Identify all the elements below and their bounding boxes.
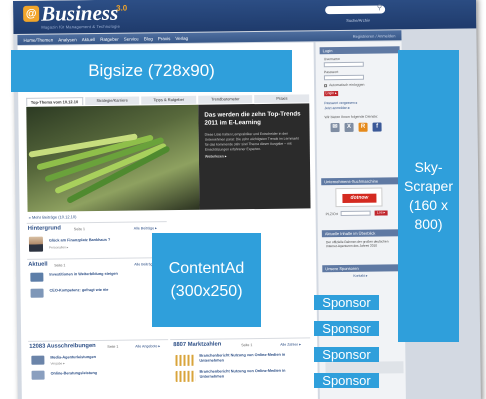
partner-banner[interactable]: dotnow: [335, 187, 383, 208]
section-meta: Seite 1: [107, 344, 119, 349]
forgot-password-link[interactable]: Passwort vergessen ▸: [324, 101, 357, 105]
tab-praxis[interactable]: Praxis: [254, 94, 310, 104]
remember-checkbox[interactable]: [324, 84, 328, 88]
marktzahlen-all-link[interactable]: Alle Zahlen ▸: [280, 343, 301, 347]
section-meta: Seite 1: [241, 343, 253, 348]
remember-label: Automatisch einloggen: [329, 82, 365, 88]
nav-item-aktuell[interactable]: Aktuell: [82, 36, 96, 41]
ausschreibung-item-sub[interactable]: Vergabe ▸: [50, 361, 64, 365]
chart-thumbnail[interactable]: [175, 370, 196, 383]
feature-body: Diese Liste halten Lernpraktiker und Ent…: [204, 131, 299, 152]
xing-icon[interactable]: X: [344, 122, 354, 132]
register-login-link[interactable]: Registrieren / Anmelden: [353, 33, 396, 39]
logo-badge-icon: @: [23, 5, 40, 22]
sponsors-panel-header: Unsere Sponsoren: [322, 264, 403, 273]
search-icon[interactable]: ⚲: [377, 3, 382, 11]
nav-item-ratgeber[interactable]: Ratgeber: [100, 36, 119, 41]
nav-item-verlag[interactable]: Verlag: [175, 35, 188, 40]
username-label: Username: [323, 57, 340, 62]
portrait-thumbnail[interactable]: [28, 236, 44, 252]
marktzahlen-item-title[interactable]: Branchenbericht Nutzung von Online-Medie…: [200, 368, 308, 379]
facebook-icon[interactable]: f: [372, 122, 382, 132]
sponsor-ad-placeholder[interactable]: Sponsor: [314, 373, 379, 388]
search-input[interactable]: ⚲: [325, 3, 386, 15]
hintergrund-item-sub[interactable]: Personalien ▸: [49, 245, 68, 249]
password-label: Passwort: [323, 70, 339, 75]
sponsor-ad-placeholder[interactable]: Sponsor: [314, 347, 379, 362]
content-ad-placeholder[interactable]: ContentAd (300x250): [152, 233, 261, 327]
login-panel-header: Login: [319, 46, 400, 55]
section-title-marktzahlen: 8807 Marktzahlen: [173, 341, 222, 349]
sponsor-ad-placeholder[interactable]: Sponsor: [314, 295, 379, 310]
email-icon[interactable]: ✉: [330, 123, 340, 133]
section-title-aktuell: Aktuell: [28, 261, 48, 268]
section-title-hintergrund: Hintergrund: [27, 225, 61, 232]
nav-item-blog[interactable]: Blog: [144, 36, 153, 41]
rss-icon[interactable]: R: [358, 122, 368, 132]
chart-thumbnail[interactable]: [175, 354, 196, 367]
sponsor-ad-placeholder[interactable]: Sponsor: [314, 321, 379, 336]
ausschreibungen-all-link[interactable]: Alle Angebote ▸: [135, 344, 160, 348]
article-thumbnail[interactable]: [30, 288, 44, 298]
partner-logo: dotnow: [342, 193, 377, 203]
screenshot-stage: @ Business 3.0 Magazin für Management & …: [0, 0, 486, 399]
tender-thumbnail[interactable]: [31, 355, 45, 365]
password-field[interactable]: [323, 74, 364, 81]
feature-title[interactable]: Das werden die zehn Top-Trends 2011 im E…: [204, 110, 303, 127]
tab-tipps[interactable]: Tipps & Ratgeber: [141, 95, 197, 105]
login-button[interactable]: Login ▸: [324, 91, 339, 97]
logo-tagline: Magazin für Management & Technologie: [41, 23, 121, 30]
partner-panel-header: Unternehmens-Suchmaschine: [321, 177, 402, 186]
search-archive-link[interactable]: Suche/Archiv: [346, 18, 370, 23]
plz-label: PLZ/Ort: [325, 212, 338, 217]
hintergrund-all-link[interactable]: Alle Beiträge ▸: [134, 226, 157, 230]
plz-field[interactable]: [340, 210, 371, 217]
skyscraper-ad-placeholder[interactable]: Sky- Scraper (160 x 800): [398, 50, 459, 342]
overview-text: Der offizielle Rahmen der großen deutsch…: [325, 239, 389, 249]
skyscraper-ad-label: Sky- Scraper (160 x 800): [403, 159, 454, 232]
nav-item-analysen[interactable]: Analysen: [58, 37, 77, 42]
nav-item-service[interactable]: Service: [124, 36, 139, 41]
sponsor-contact-link[interactable]: Kontakt ▸: [353, 274, 367, 278]
tab-top-thema[interactable]: Top-Thema vom 10.12.10: [26, 97, 83, 106]
marktzahlen-item-title[interactable]: Branchenbericht Nutzung von Online-Medie…: [199, 352, 307, 363]
section-meta: Seite 1: [73, 227, 86, 232]
section-title-ausschreibungen: 12083 Ausschreibungen: [29, 343, 96, 350]
tab-trendbarometer[interactable]: Trendbarometer: [197, 95, 253, 104]
logo-version: 3.0: [116, 3, 128, 13]
tender-thumbnail[interactable]: [31, 370, 45, 380]
nav-item-praxis[interactable]: Praxis: [158, 36, 171, 41]
more-articles-link[interactable]: » Mehr Beiträge (10.12.10): [29, 214, 77, 220]
section-meta: Seite 1: [54, 263, 66, 268]
content-ad-label: ContentAd (300x250): [168, 260, 245, 300]
go-button[interactable]: Los ▸: [374, 210, 388, 216]
tab-strategie[interactable]: Strategie/Karriere: [84, 96, 140, 106]
feature-image[interactable]: [26, 104, 200, 212]
services-label: Wir bieten Ihnen folgende Dienste:: [324, 114, 379, 120]
nav-item-home[interactable]: Home/Themen: [23, 37, 53, 42]
bigsize-ad-placeholder[interactable]: Bigsize (728x90): [11, 50, 292, 92]
overview-panel-header: Aktuelle Inhalte im Überblick: [321, 229, 402, 238]
feature-teaser: Das werden die zehn Top-Trends 2011 im E…: [198, 103, 311, 210]
register-link[interactable]: Jetzt anmelden ▸: [324, 106, 350, 110]
username-field[interactable]: [323, 61, 364, 68]
feature-read-more-link[interactable]: Weiterlesen ▸: [205, 153, 304, 158]
site-logo[interactable]: Business: [41, 1, 118, 27]
article-thumbnail[interactable]: [30, 272, 44, 282]
